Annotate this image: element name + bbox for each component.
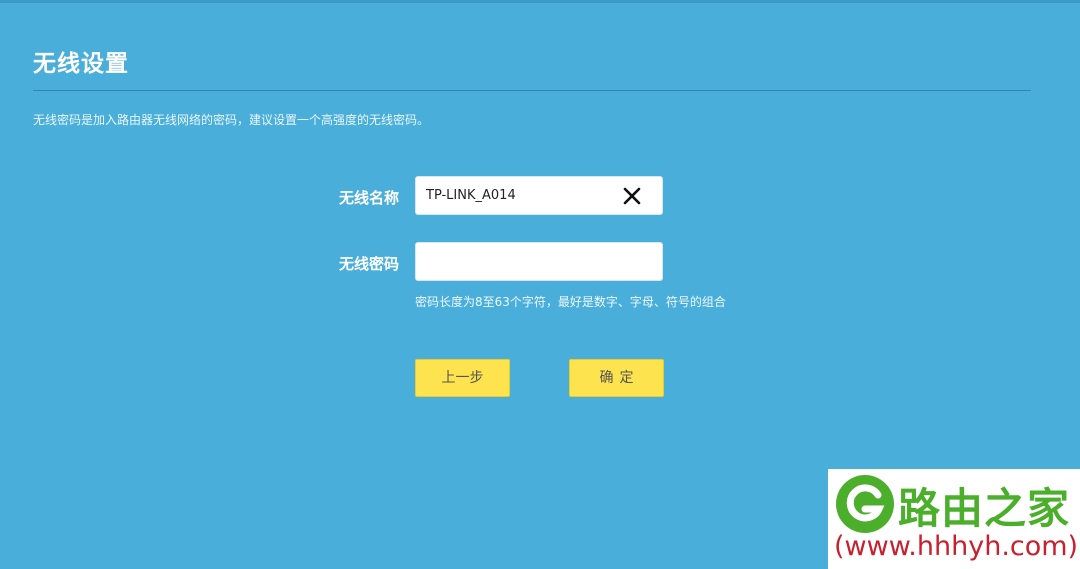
close-icon[interactable] — [622, 186, 642, 206]
watermark-url: (www.hhhyh.com) — [834, 531, 1079, 562]
title-divider — [33, 90, 1031, 91]
password-field[interactable] — [415, 242, 663, 281]
logo-icon — [836, 475, 894, 533]
page-description: 无线密码是加入路由器无线网络的密码，建议设置一个高强度的无线密码。 — [33, 113, 430, 127]
ssid-label: 无线名称 — [338, 189, 399, 207]
watermark: 路由之家 (www.hhhyh.com) — [828, 469, 1080, 569]
ssid-field[interactable] — [415, 176, 663, 215]
ssid-input[interactable] — [426, 177, 616, 214]
password-hint: 密码长度为8至63个字符，最好是数字、字母、符号的组合 — [415, 295, 726, 309]
top-strip — [0, 0, 1080, 3]
watermark-name: 路由之家 — [898, 484, 1071, 533]
back-button[interactable]: 上一步 — [415, 359, 510, 397]
password-label: 无线密码 — [338, 255, 399, 273]
password-input[interactable] — [426, 243, 616, 280]
confirm-button[interactable]: 确定 — [569, 359, 664, 397]
page-title: 无线设置 — [33, 51, 129, 77]
